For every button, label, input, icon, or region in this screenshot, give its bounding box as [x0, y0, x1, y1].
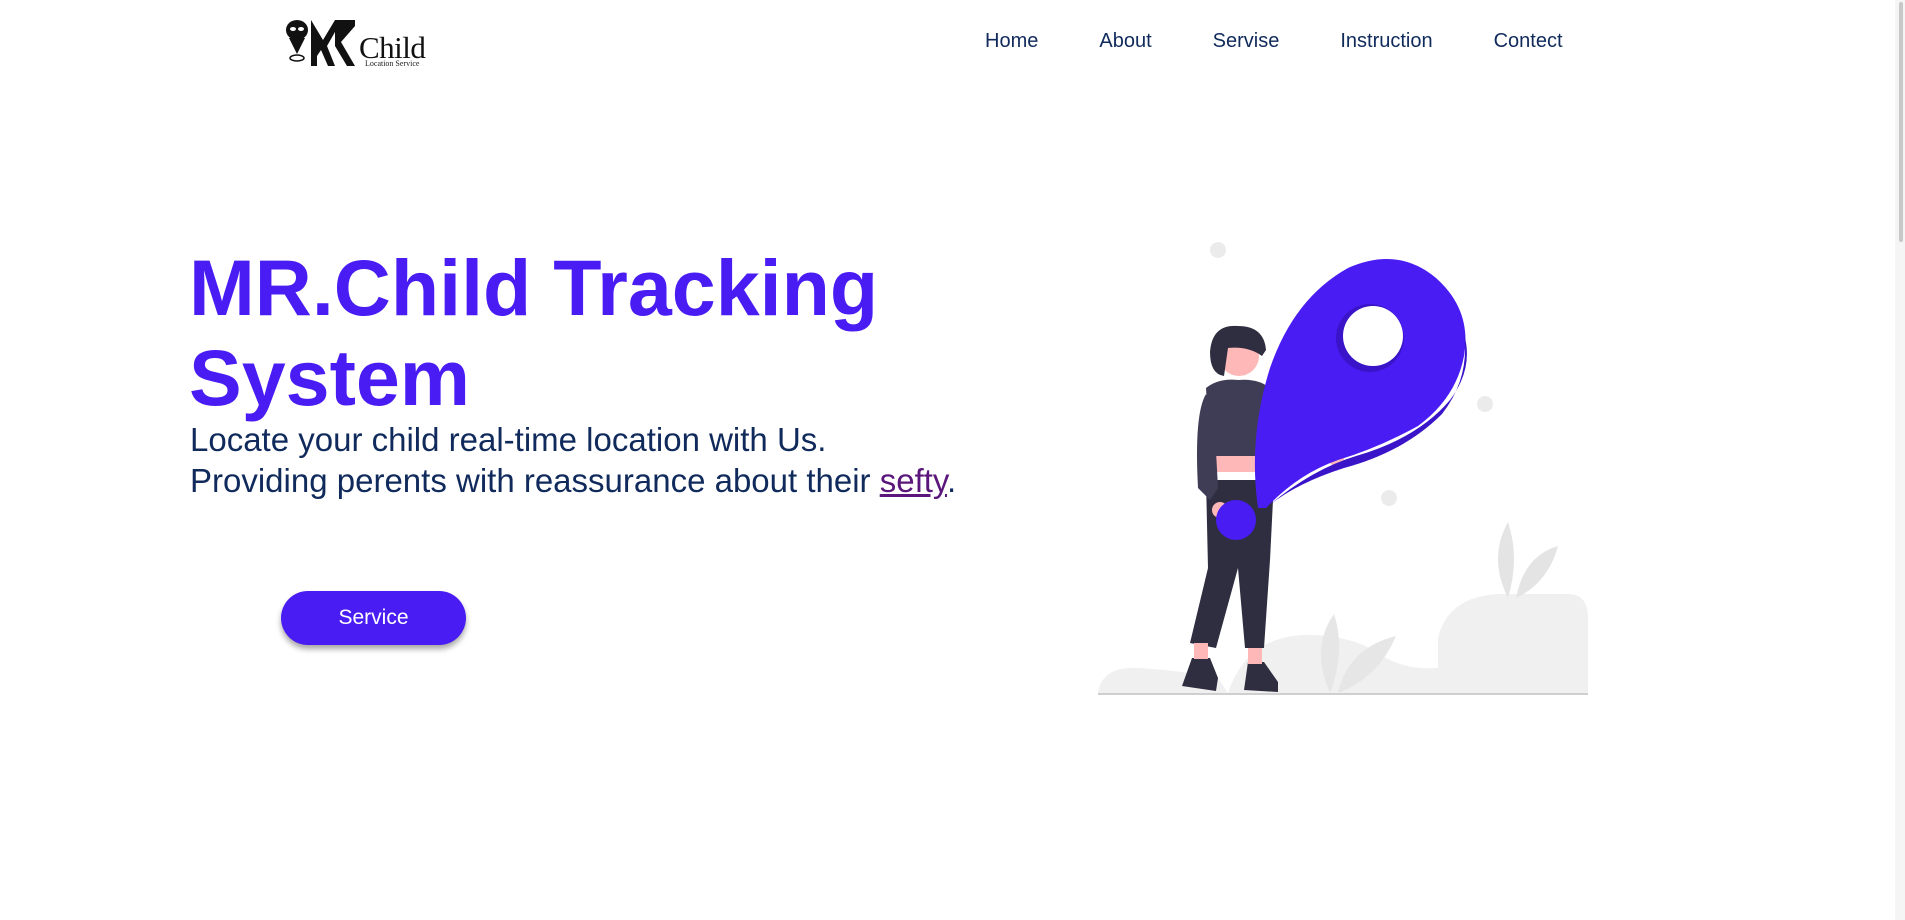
woman-with-location-pin-illustration [1098, 242, 1588, 695]
hero-line-2-suffix: . [946, 462, 957, 499]
main-nav: Home About Servise Instruction Contect [985, 30, 1563, 53]
nav-contect[interactable]: Contect [1494, 30, 1563, 53]
hero-description: Locate your child real-time location wit… [190, 419, 956, 501]
nav-servise[interactable]: Servise [1213, 30, 1280, 53]
logo-tagline: Location Service [365, 59, 420, 68]
page-scrollbar[interactable] [1895, 0, 1905, 920]
service-button[interactable]: Service [281, 591, 466, 645]
logo[interactable]: Child Location Service [283, 14, 428, 72]
nav-home[interactable]: Home [985, 30, 1038, 53]
nav-about[interactable]: About [1099, 30, 1151, 53]
hero-line-1: Locate your child real-time location wit… [190, 421, 827, 458]
nav-instruction[interactable]: Instruction [1340, 30, 1432, 53]
sefty-link[interactable]: sefty [880, 462, 947, 499]
hero-line-2-prefix: Providing perents with reassurance about… [190, 462, 880, 499]
page: Child Location Service Home About Servis… [0, 0, 1905, 920]
hero-line-2: Providing perents with reassurance about… [190, 460, 956, 501]
scrollbar-thumb[interactable] [1899, 2, 1903, 242]
hero-title: MR.Child Tracking System [189, 243, 879, 422]
